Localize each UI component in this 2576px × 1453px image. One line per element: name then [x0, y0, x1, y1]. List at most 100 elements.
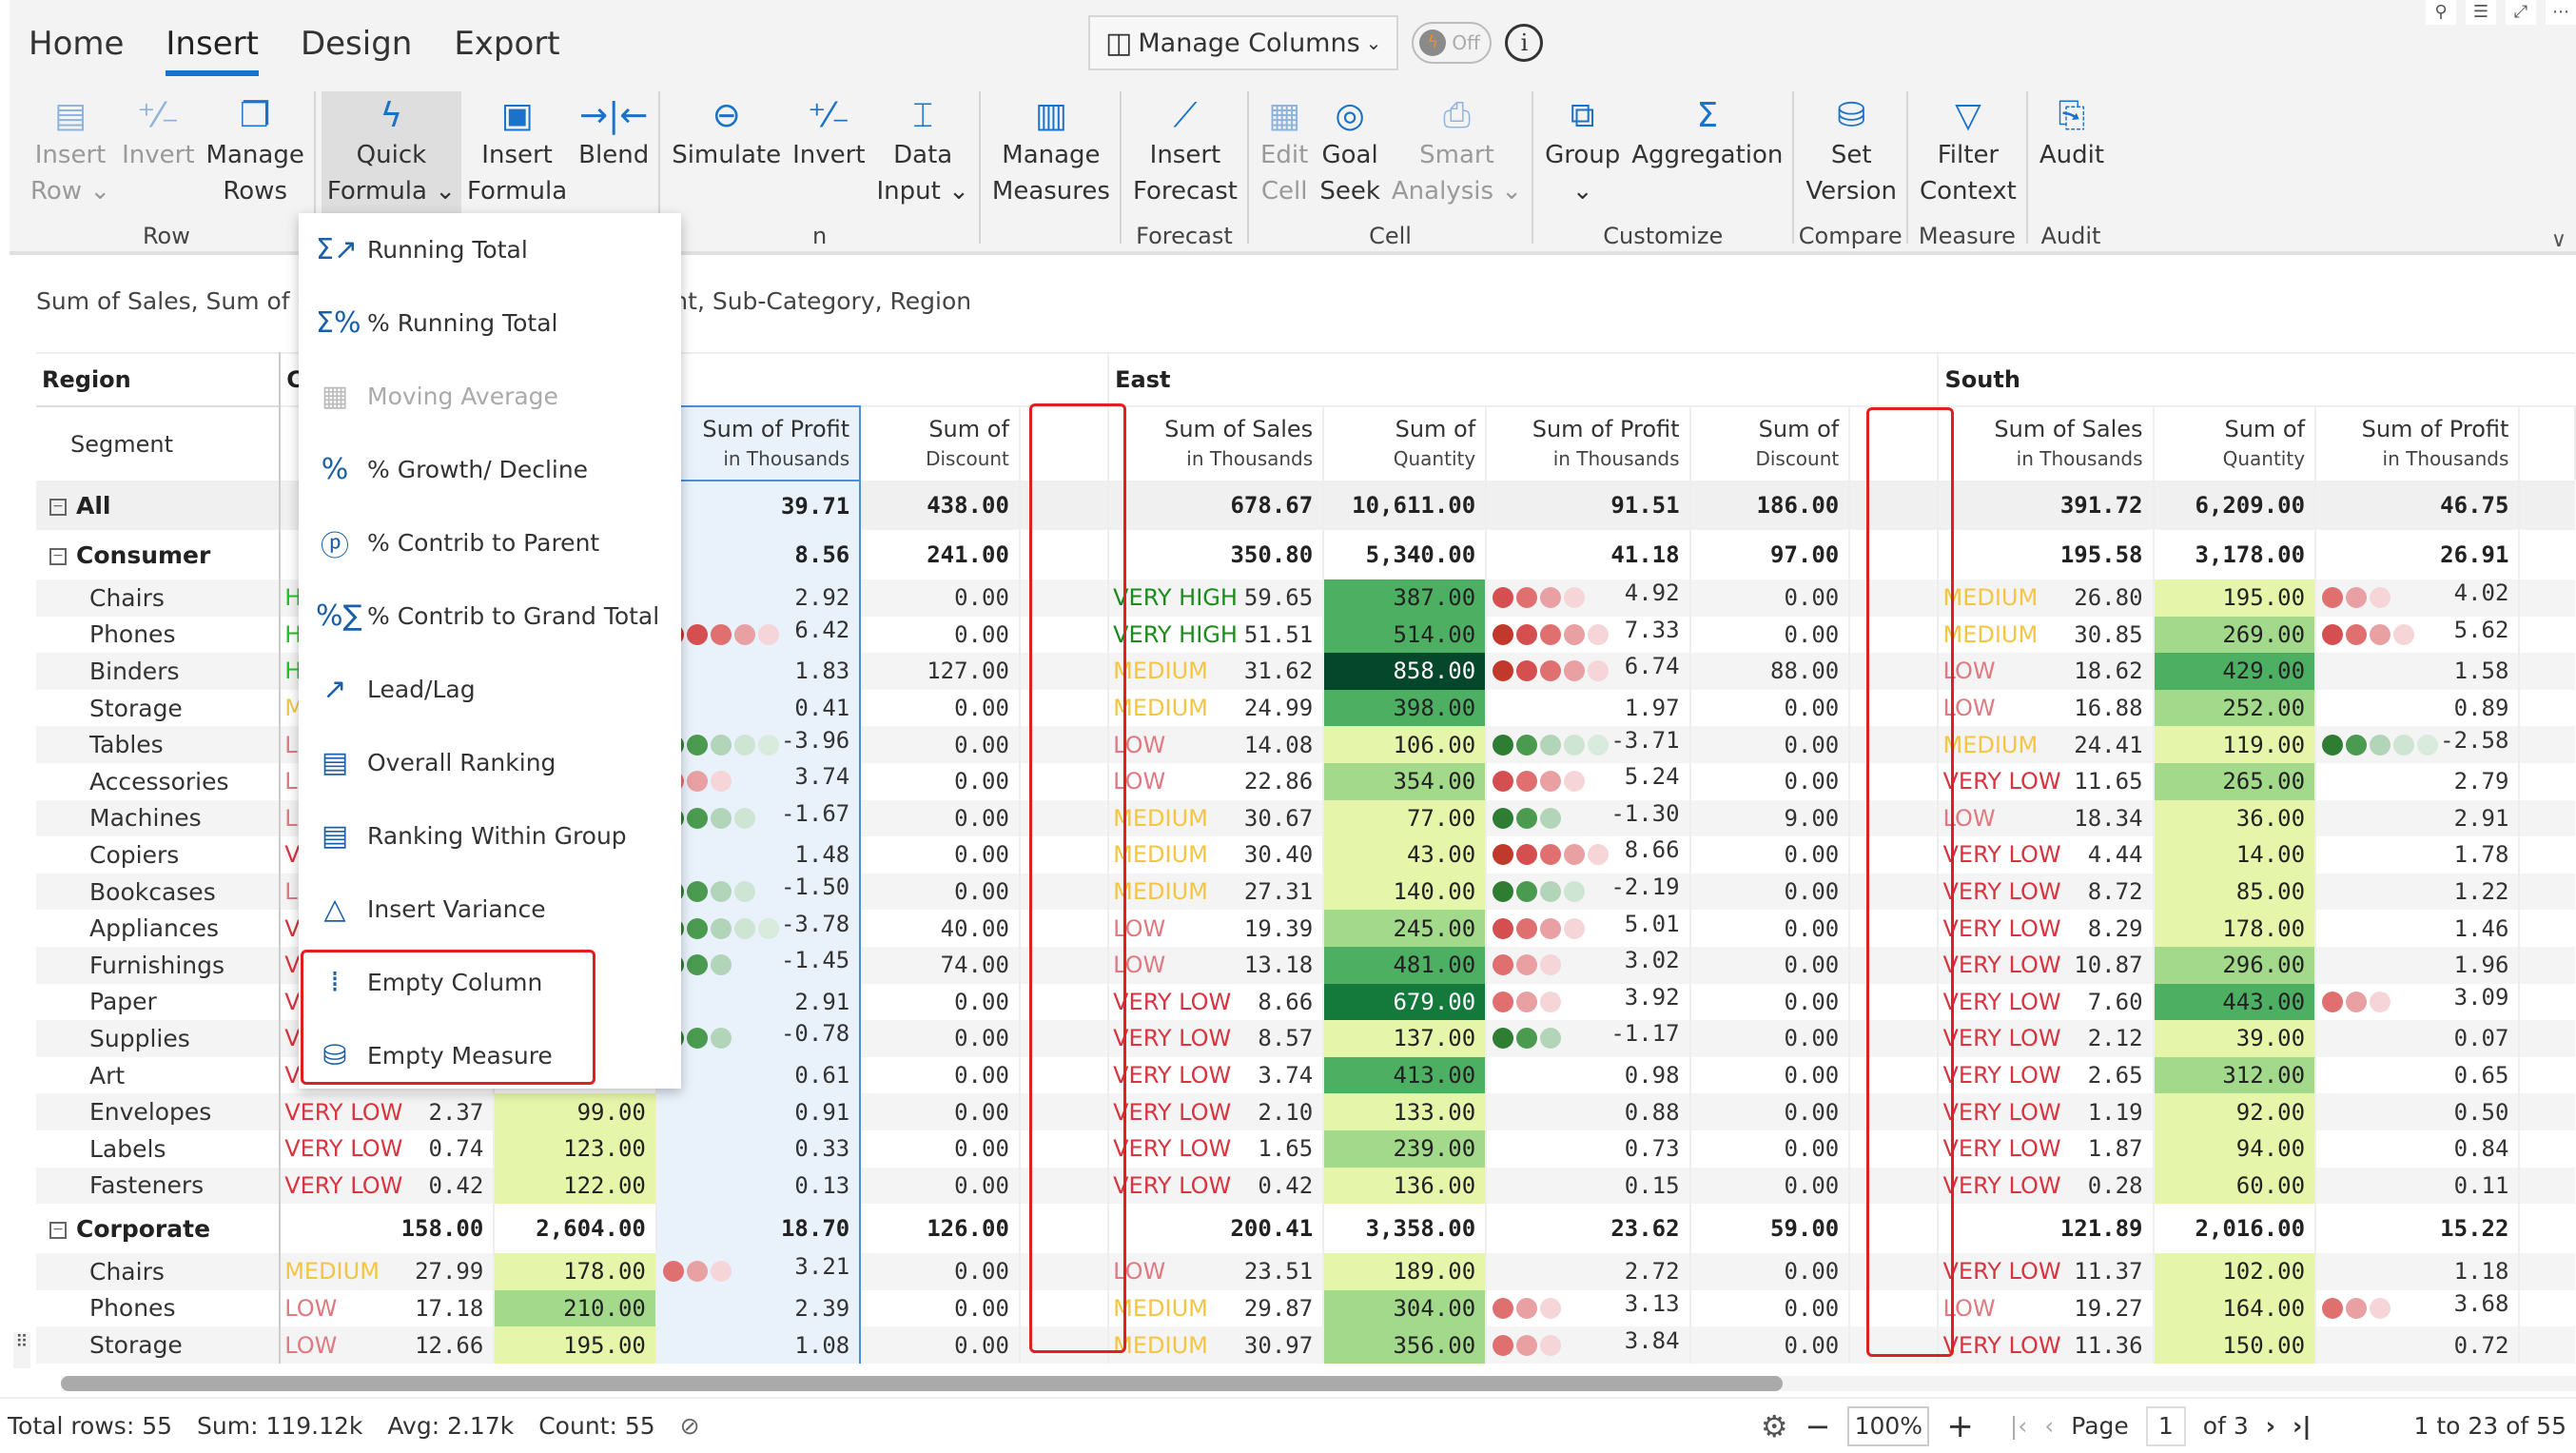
quantity-cell[interactable]: 387.00 — [1323, 579, 1488, 617]
measure-header[interactable]: Sum of Profit in Thousands — [654, 405, 862, 481]
profit-cell[interactable]: 0.41 — [654, 689, 862, 727]
profit-cell[interactable]: 39.71 — [654, 481, 862, 530]
profit-cell[interactable]: 3.09 — [2315, 983, 2521, 1021]
sales-cell[interactable]: VERY LOW 0.42 — [280, 1167, 496, 1205]
profit-cell[interactable]: -3.71 — [1486, 726, 1691, 763]
menu-item-running-total[interactable]: Σ↗ Running Total — [299, 213, 681, 286]
measure-header[interactable]: Sum of Sales in Thousands — [1108, 405, 1325, 481]
quantity-cell[interactable]: 122.00 — [494, 1167, 657, 1205]
sales-cell[interactable]: LOW 17.18 — [280, 1289, 496, 1327]
row-label[interactable]: − All — [36, 481, 282, 530]
expand-icon[interactable]: ⤢ — [2506, 0, 2536, 25]
quantity-cell[interactable]: 150.00 — [2153, 1326, 2317, 1364]
sales-cell[interactable]: VERY LOW 0.74 — [280, 1129, 496, 1168]
menu-item-overall-ranking[interactable]: ▤ Overall Ranking — [299, 726, 681, 799]
table-row[interactable]: Phones LOW 17.18 210.00 2.39 0.00 MEDIUM 29.87 3… — [36, 1289, 2575, 1327]
discount-cell[interactable]: 0.00 — [1689, 579, 1851, 617]
quantity-cell[interactable]: 60.00 — [2153, 1167, 2317, 1205]
sales-cell[interactable]: VERY LOW 2.10 — [1108, 1093, 1325, 1130]
row-label[interactable]: − Corporate — [36, 1204, 282, 1254]
profit-cell[interactable]: 3.02 — [1486, 946, 1691, 984]
quantity-cell[interactable]: 133.00 — [1323, 1093, 1488, 1130]
quantity-cell[interactable]: 119.00 — [2153, 726, 2317, 763]
menu-item-insert-variance[interactable]: △ Insert Variance — [299, 873, 681, 946]
row-label[interactable]: Chairs — [36, 579, 282, 617]
profit-cell[interactable]: 2.39 — [654, 1289, 862, 1327]
row-label[interactable]: Copiers — [36, 836, 282, 874]
sales-cell[interactable]: MEDIUM 29.87 — [1108, 1289, 1325, 1327]
discount-cell[interactable]: 0.00 — [1689, 616, 1851, 654]
profit-cell[interactable]: 1.46 — [2315, 910, 2521, 947]
profit-cell[interactable]: 0.89 — [2315, 689, 2521, 727]
profit-cell[interactable]: 4.02 — [2315, 579, 2521, 617]
sales-cell[interactable]: VERY LOW 1.65 — [1108, 1129, 1325, 1168]
empty-column-cell[interactable] — [1849, 983, 1940, 1021]
profit-cell[interactable]: 1.58 — [2315, 653, 2521, 690]
empty-column-cell[interactable] — [1849, 689, 1940, 727]
profit-cell[interactable]: 2.72 — [1486, 1253, 1691, 1290]
page-number-input[interactable]: 1 — [2145, 1405, 2186, 1446]
discount-cell[interactable]: 126.00 — [860, 1204, 1021, 1254]
sales-cell[interactable]: LOW 14.08 — [1108, 726, 1325, 763]
empty-column-cell[interactable] — [1849, 616, 1940, 654]
profit-cell[interactable]: 0.98 — [1486, 1056, 1691, 1094]
profit-cell[interactable]: 5.62 — [2315, 616, 2521, 654]
smart-analysis-button[interactable]: ⎙ Smart Analysis ⌄ — [1386, 91, 1528, 244]
row-label[interactable]: Paper — [36, 983, 282, 1021]
empty-column-cell[interactable] — [1019, 836, 1110, 874]
discount-cell[interactable]: 0.00 — [1689, 762, 1851, 800]
empty-column-cell[interactable] — [1849, 762, 1940, 800]
sales-cell[interactable]: VERY HIGH 59.65 — [1108, 579, 1325, 617]
discount-cell[interactable]: 0.00 — [1689, 689, 1851, 727]
quantity-cell[interactable]: 210.00 — [494, 1289, 657, 1327]
profit-cell[interactable]: 0.15 — [1486, 1167, 1691, 1205]
manage-measures-button[interactable]: ▥ Manage Measures — [986, 91, 1116, 244]
quantity-cell[interactable]: 178.00 — [2153, 910, 2317, 947]
empty-column-cell[interactable] — [1019, 530, 1110, 579]
sales-cell[interactable]: VERY LOW 0.42 — [1108, 1167, 1325, 1205]
sales-cell[interactable]: MEDIUM 30.67 — [1108, 799, 1325, 837]
set-version-button[interactable]: ⛁ Set Version — [1800, 91, 1903, 244]
measure-header[interactable]: Sum of Discount — [860, 405, 1021, 481]
zoom-in-button[interactable]: + — [1946, 1407, 1974, 1445]
discount-cell[interactable]: 0.00 — [860, 1253, 1021, 1290]
quantity-cell[interactable]: 5,340.00 — [1323, 530, 1488, 579]
sales-cell[interactable]: LOW 23.51 — [1108, 1253, 1325, 1290]
prev-page-icon[interactable]: ‹ — [2044, 1412, 2054, 1440]
table-row[interactable]: − Corporate 158.00 2,604.00 18.70 126.00 200.4… — [36, 1204, 2575, 1254]
discount-cell[interactable]: 0.00 — [860, 762, 1021, 800]
discount-cell[interactable]: 40.00 — [860, 910, 1021, 947]
row-label[interactable]: Labels — [36, 1129, 282, 1168]
profit-cell[interactable]: 8.66 — [1486, 836, 1691, 874]
quantity-cell[interactable]: 6,209.00 — [2153, 481, 2317, 530]
sales-cell[interactable]: VERY LOW 0.28 — [1938, 1167, 2155, 1205]
profit-cell[interactable]: 3.92 — [1486, 983, 1691, 1021]
empty-column-cell[interactable] — [1849, 653, 1940, 690]
menu-item-growth-decline[interactable]: %% Growth/ Decline — [299, 433, 681, 506]
discount-cell[interactable]: 0.00 — [860, 836, 1021, 874]
profit-cell[interactable]: 6.42 — [654, 616, 862, 654]
menu-item-contrib-to-grand-total[interactable]: %∑% Contrib to Grand Total — [299, 579, 681, 653]
zoom-out-button[interactable]: − — [1805, 1408, 1831, 1444]
row-label[interactable]: Accessories — [36, 762, 282, 800]
measure-header[interactable]: Sum of Quantity — [1323, 405, 1488, 481]
edit-cell-button[interactable]: ▦ Edit Cell — [1255, 91, 1314, 244]
empty-column-cell[interactable] — [1019, 910, 1110, 947]
tab-design[interactable]: Design — [301, 21, 412, 67]
profit-cell[interactable]: 0.91 — [654, 1093, 862, 1130]
empty-column-cell[interactable] — [1019, 616, 1110, 654]
quantity-cell[interactable]: 398.00 — [1323, 689, 1488, 727]
empty-column-cell[interactable] — [1849, 1204, 1940, 1254]
sales-cell[interactable]: VERY LOW 10.87 — [1938, 946, 2155, 984]
quantity-cell[interactable]: 10,611.00 — [1323, 481, 1488, 530]
discount-cell[interactable]: 0.00 — [860, 726, 1021, 763]
empty-column-cell[interactable] — [1849, 1129, 1940, 1168]
empty-column-header[interactable] — [1019, 405, 1110, 481]
discount-cell[interactable]: 186.00 — [1689, 481, 1851, 530]
profit-cell[interactable]: -1.50 — [654, 873, 862, 911]
empty-column-cell[interactable] — [1849, 1326, 1940, 1364]
profit-cell[interactable]: 3.74 — [654, 762, 862, 800]
sales-cell[interactable]: 350.80 — [1108, 530, 1325, 579]
table-row[interactable]: Labels VERY LOW 0.74 123.00 0.33 0.00 VERY LOW… — [36, 1129, 2575, 1168]
row-label[interactable]: Appliances — [36, 910, 282, 947]
